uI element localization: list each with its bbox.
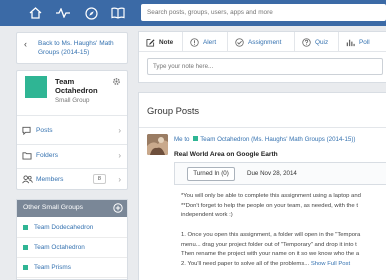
group-type: Small Group <box>55 97 90 104</box>
speech-bubble-icon <box>22 126 31 137</box>
sidebar-item-label: Posts <box>36 127 53 134</box>
composer-tabs: Note Alert Assignment Quiz Poll <box>139 32 386 52</box>
chevron-right-icon: › <box>118 151 121 160</box>
sidebar-item-folders[interactable]: Folders › <box>17 145 127 167</box>
turned-in-button[interactable]: Turned In (0) <box>187 167 235 181</box>
home-icon[interactable] <box>26 4 44 22</box>
book-icon[interactable] <box>109 4 127 22</box>
search-bar[interactable] <box>141 4 386 21</box>
poll-bars-icon <box>346 39 355 46</box>
small-group-label[interactable]: Team Dodecahedron <box>34 224 93 231</box>
group-color-swatch <box>23 225 28 230</box>
pencil-icon <box>146 38 155 47</box>
show-full-post-link[interactable]: Show Full Post <box>311 261 350 267</box>
group-info-card: Team Octahedron Small Group Posts › Fold… <box>16 70 128 190</box>
small-group-item[interactable]: Team Dodecahedron <box>17 219 127 238</box>
post-body-line: **Don't forget to help the people on you… <box>181 202 358 209</box>
tab-alert[interactable]: Alert <box>183 32 228 52</box>
note-input[interactable] <box>147 58 383 75</box>
post-body-line: *You will only be able to complete this … <box>181 193 361 199</box>
post-body-line: 1. Once you open this assignment, a fold… <box>181 231 361 238</box>
gear-icon[interactable] <box>112 77 121 88</box>
post-body-last-line: 2. You'll need paper to solve all of the… <box>181 260 310 267</box>
sidebar-item-posts[interactable]: Posts › <box>17 120 127 142</box>
group-color-swatch <box>23 245 28 250</box>
post-body-line: 2. You'll need paper to solve all of the… <box>181 260 386 270</box>
tab-label: Assignment <box>248 38 282 46</box>
other-small-groups-panel: Other Small Groups Team Dodecahedron Tea… <box>16 199 128 280</box>
tab-assignment[interactable]: Assignment <box>228 32 295 52</box>
post-recipients: Me to Team Octahedron (Ms. Haughs' Math … <box>174 136 355 143</box>
tab-quiz[interactable]: Quiz <box>295 32 339 52</box>
back-to-parent-group-link[interactable]: ‹ Back to Ms. Haughs' Math Groups (2014-… <box>16 32 128 64</box>
other-small-groups-header: Other Small Groups <box>17 200 127 217</box>
tab-label: Poll <box>359 38 370 46</box>
chevron-right-icon: › <box>118 175 121 184</box>
group-color-swatch <box>193 136 199 141</box>
activity-pulse-icon[interactable] <box>54 4 72 22</box>
tab-note[interactable]: Note <box>139 32 183 52</box>
chevron-right-icon: › <box>118 126 121 135</box>
post-body: *You will only be able to complete this … <box>181 192 386 270</box>
group-color-swatch <box>25 76 47 98</box>
tab-label: Quiz <box>315 38 329 46</box>
tab-label: Note <box>159 38 174 46</box>
post-body-line: independent work :) <box>181 212 233 219</box>
members-icon <box>22 175 33 186</box>
assignment-status-box: Turned In (0) Due Nov 28, 2014 <box>174 162 386 185</box>
posts-heading: Group Posts <box>147 105 200 116</box>
group-posts-panel: Group Posts Me to Team Octahedron (Ms. H… <box>138 92 386 280</box>
post-author-link[interactable]: Me to <box>174 136 189 143</box>
small-group-label[interactable]: Team Prisms <box>34 264 71 271</box>
sidebar-item-label: Folders <box>36 152 58 159</box>
top-nav-bar <box>0 0 386 26</box>
post-group-link[interactable]: Team Octahedron (Ms. Haughs' Math Groups… <box>200 136 355 143</box>
post-body-line: Then rename the project with your name o… <box>181 251 360 258</box>
tab-poll[interactable]: Poll <box>339 32 386 52</box>
members-count-badge: 8 <box>92 174 106 184</box>
tab-label: Alert <box>203 38 217 46</box>
small-group-label[interactable]: Team Octahedron <box>34 244 85 251</box>
compass-icon[interactable] <box>82 4 100 22</box>
back-link-label[interactable]: Back to Ms. Haughs' Math Groups (2014-15… <box>38 39 123 57</box>
group-name: Team Octahedron <box>55 77 98 95</box>
assignment-check-icon <box>235 37 244 47</box>
quiz-question-icon <box>302 37 311 47</box>
other-small-groups-title: Other Small Groups <box>23 204 84 211</box>
sidebar-item-label: Members <box>36 176 64 183</box>
add-circle-icon[interactable] <box>113 203 123 215</box>
alert-icon <box>190 37 199 47</box>
sidebar-item-members[interactable]: Members 8 › <box>17 169 127 191</box>
search-input[interactable] <box>141 4 386 21</box>
due-date: Due Nov 28, 2014 <box>247 170 297 177</box>
small-group-item[interactable]: Team Prisms <box>17 259 127 278</box>
small-group-item[interactable]: Team Octahedron <box>17 239 127 258</box>
avatar[interactable] <box>147 134 168 155</box>
folder-icon <box>22 151 32 162</box>
post-composer: Note Alert Assignment Quiz Poll <box>138 31 386 83</box>
group-color-swatch <box>23 265 28 270</box>
post-title: Real World Area on Google Earth <box>174 151 278 158</box>
post-body-line: menu... drag your project folder out of … <box>181 241 357 248</box>
chevron-left-icon: ‹ <box>24 39 27 49</box>
